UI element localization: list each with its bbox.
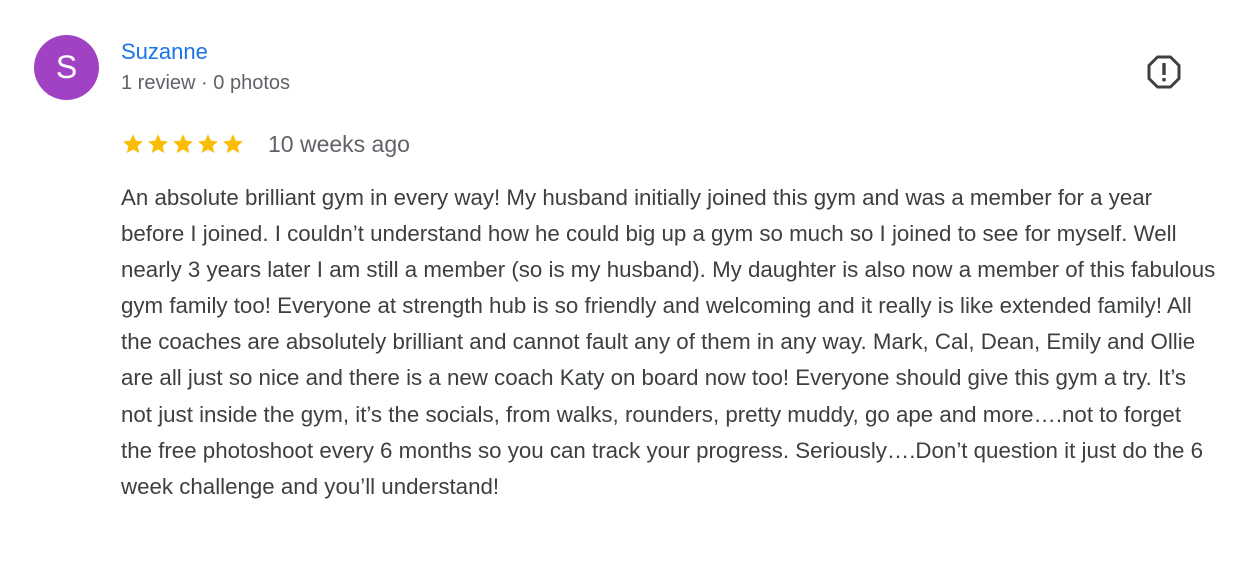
review-text: An absolute brilliant gym in every way! … (121, 185, 1216, 499)
review-count: 1 review (121, 72, 196, 94)
author-name[interactable]: Suzanne (121, 39, 208, 65)
author-meta: 1 review · 0 photos (121, 72, 290, 95)
star-icon (148, 134, 168, 153)
meta-separator: · (201, 72, 208, 94)
star-icon (223, 134, 243, 153)
star-icon (198, 134, 218, 153)
star-rating (121, 132, 245, 156)
rating-row: 10 weeks ago (121, 129, 410, 159)
report-icon[interactable] (1146, 54, 1182, 90)
star-icon (123, 134, 143, 153)
review-time: 10 weeks ago (268, 130, 410, 157)
avatar[interactable]: S (34, 35, 99, 100)
star-icon (173, 134, 193, 153)
photo-count: 0 photos (213, 72, 291, 94)
